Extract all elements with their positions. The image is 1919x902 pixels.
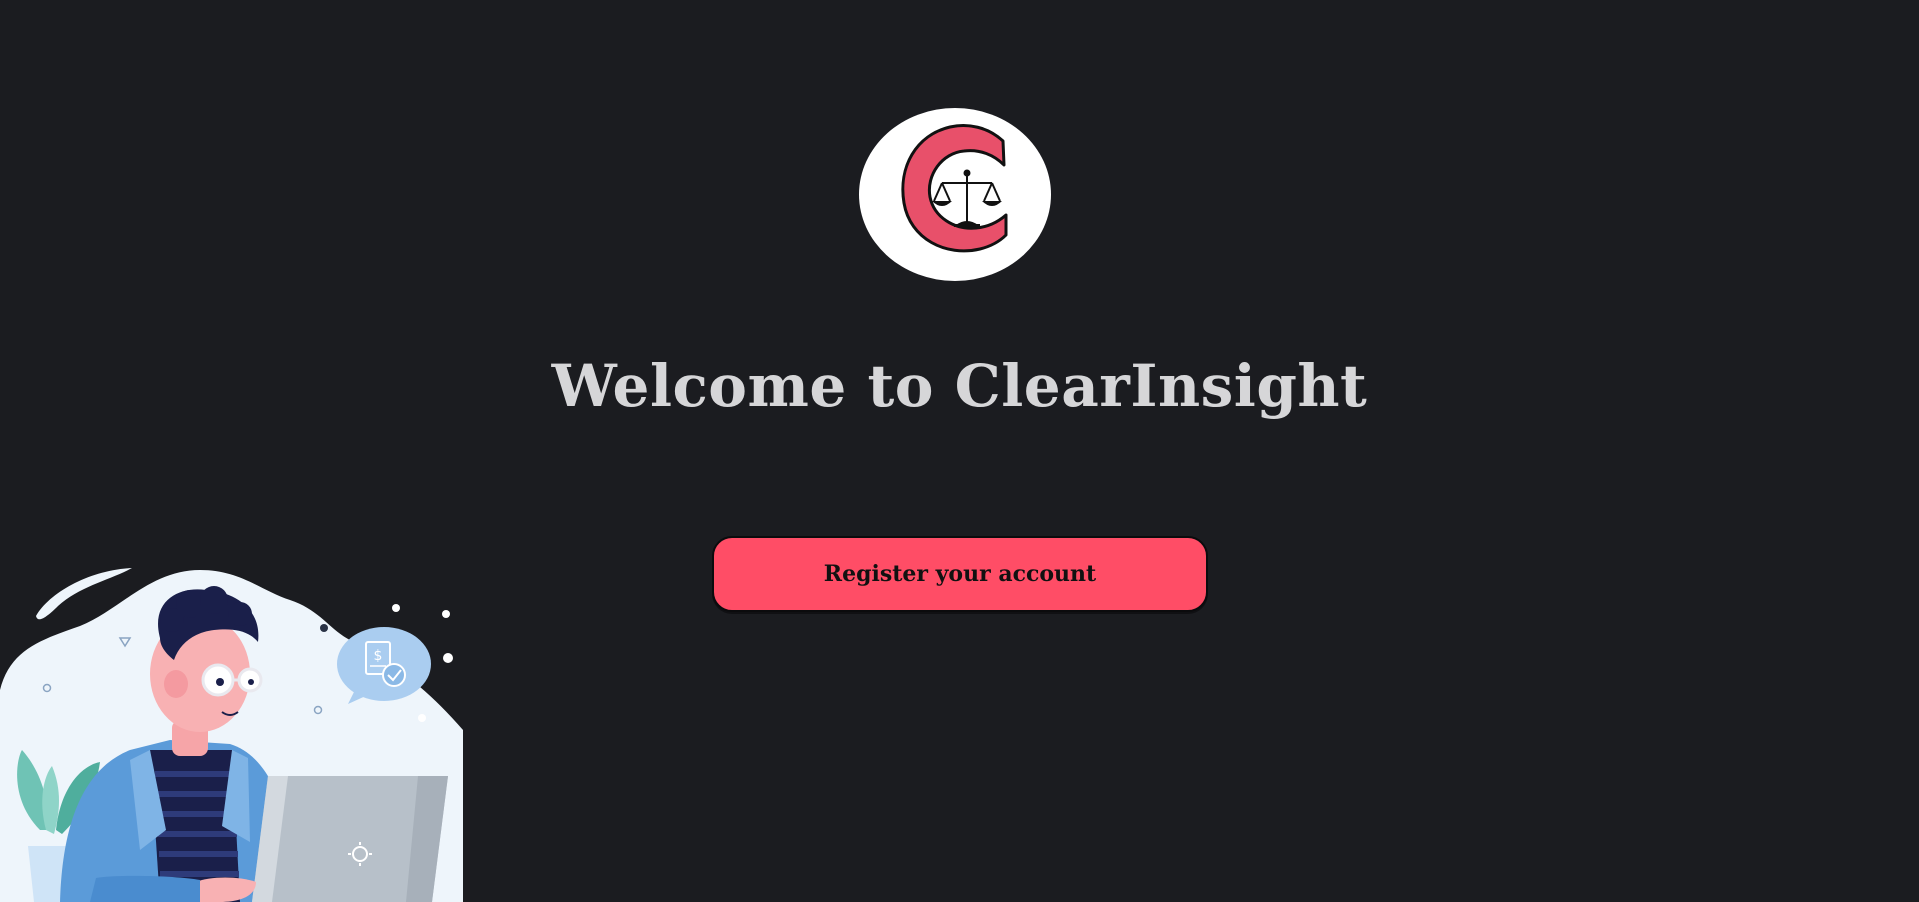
clearinsight-logo — [858, 107, 1052, 282]
laptop-icon — [252, 776, 448, 902]
person-at-laptop-illustration: $ — [0, 530, 463, 902]
landing-page: Welcome to ClearInsight Register your ac… — [0, 0, 1919, 902]
page-title: Welcome to ClearInsight — [551, 352, 1368, 420]
scales-of-justice-icon — [859, 108, 1051, 281]
bubble-dollar-symbol: $ — [374, 648, 383, 664]
register-account-button[interactable]: Register your account — [712, 536, 1208, 612]
